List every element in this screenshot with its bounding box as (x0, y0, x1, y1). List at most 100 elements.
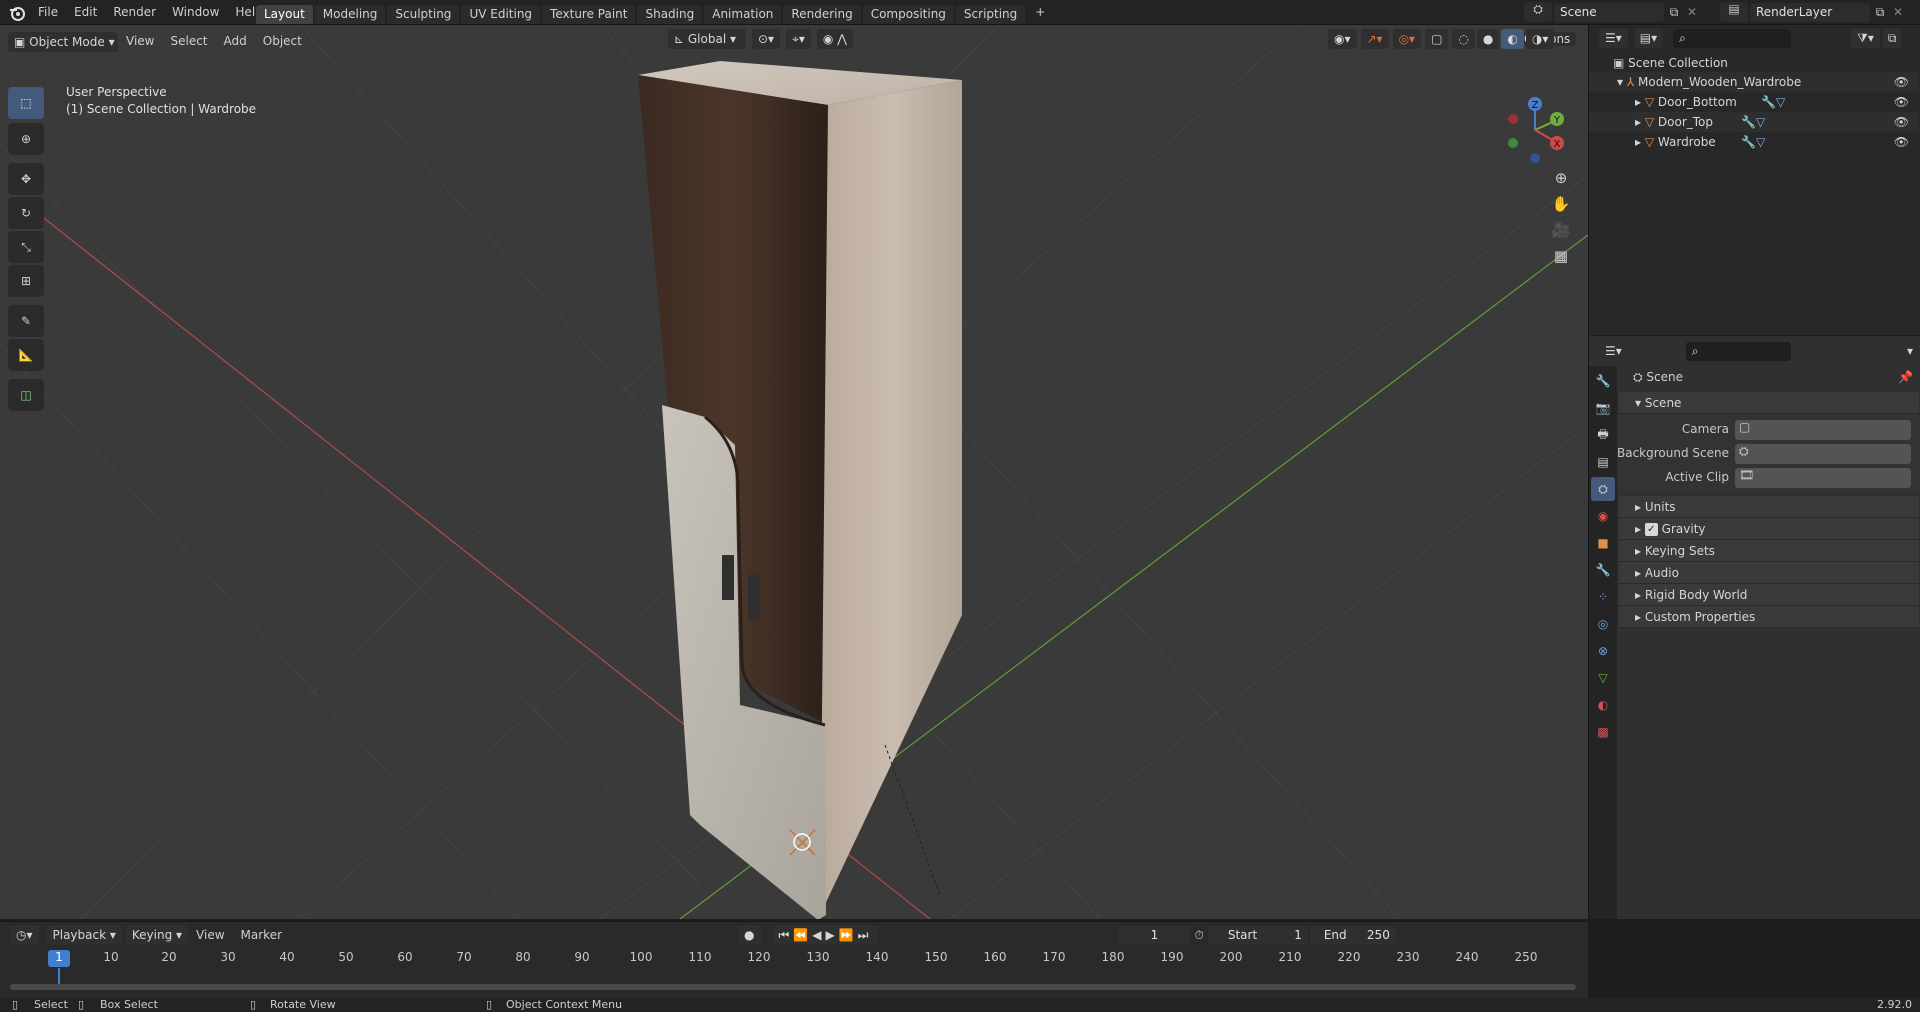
pin-icon[interactable]: 📌 (1898, 366, 1913, 388)
add-cube-tool[interactable]: ◫ (8, 379, 44, 411)
transform-orientation[interactable]: ⊾ Global ▾ ⊙▾ ⌖▾ ◉ ⋀ (668, 29, 853, 49)
options-dropdown-icon[interactable]: ▾ (1900, 341, 1919, 361)
world-tab-icon[interactable]: ◉ (1591, 504, 1615, 528)
delete-scene-icon[interactable]: ✕ (1684, 5, 1700, 19)
frame-ruler[interactable]: 1 10 20 30 40 50 60 70 80 90 100 110 120… (0, 950, 1588, 972)
select-box-tool[interactable]: ⬚ (8, 87, 44, 119)
visibility-eye-icon[interactable]: 👁 (1894, 72, 1909, 92)
camera-field[interactable]: ▢ (1735, 420, 1911, 440)
new-collection-icon[interactable]: ⧉ (1881, 28, 1903, 48)
panel-rigid-body-world[interactable]: ▸ Rigid Body World (1619, 584, 1919, 606)
wardrobe-model[interactable] (638, 61, 962, 919)
visibility-icon[interactable]: ◉▾ (1328, 29, 1357, 49)
new-view-layer-icon[interactable]: ⧉ (1870, 5, 1890, 20)
pan-hand-icon[interactable]: ✋ (1548, 191, 1574, 217)
tab-sculpting[interactable]: Sculpting (387, 4, 460, 24)
physics-tab-icon[interactable]: ◎ (1591, 612, 1615, 636)
view-layer-field[interactable]: RenderLayer (1750, 2, 1870, 22)
object-tab-icon[interactable]: ■ (1591, 531, 1615, 555)
panel-gravity[interactable]: ▸ ✓ Gravity (1619, 518, 1919, 540)
expand-icon[interactable]: ▸ (1635, 135, 1645, 149)
texture-tab-icon[interactable]: ▩ (1591, 720, 1615, 744)
panel-units[interactable]: ▸ Units (1619, 496, 1919, 518)
add-workspace-button[interactable]: + (1027, 0, 1053, 25)
camera-view-icon[interactable]: 🎥 (1548, 217, 1574, 243)
move-tool[interactable]: ✥ (8, 163, 44, 195)
visibility-eye-icon[interactable]: 👁 (1894, 112, 1909, 132)
menu-object[interactable]: Object (255, 29, 310, 54)
display-mode-icon[interactable]: ▤▾ (1633, 28, 1664, 48)
scene-tab-icon[interactable]: ⛭ (1591, 477, 1615, 501)
expand-icon[interactable]: ▸ (1635, 115, 1645, 129)
measure-tool[interactable]: 📐 (8, 339, 44, 371)
new-scene-icon[interactable]: ⧉ (1664, 5, 1684, 20)
menu-window[interactable]: Window (164, 0, 227, 25)
outliner-row-collection[interactable]: ▾ ⅄ Modern_Wooden_Wardrobe 👁 (1589, 72, 1919, 92)
shading-wireframe-icon[interactable]: ◌ (1452, 29, 1475, 49)
properties-search-input[interactable]: ⌕ (1685, 341, 1791, 361)
marker-menu[interactable]: Marker (233, 923, 290, 948)
gizmo-icon[interactable]: ↗▾ (1360, 29, 1389, 49)
start-frame-field[interactable]: Start 1 (1207, 925, 1308, 945)
data-tab-icon[interactable]: ▽ (1591, 666, 1615, 690)
tab-modeling[interactable]: Modeling (314, 4, 386, 24)
modifier-icon[interactable]: 🔧▽ (1761, 92, 1785, 112)
navigation-gizmo[interactable]: Z Y X (1500, 90, 1570, 165)
filter-icon[interactable]: ⧩▾ (1851, 28, 1880, 48)
particles-tab-icon[interactable]: ⁘ (1591, 585, 1615, 609)
modifier-icon[interactable]: 🔧▽ (1741, 132, 1765, 152)
zoom-icon[interactable]: ⊕ (1548, 165, 1574, 191)
ortho-grid-icon[interactable]: ▦ (1548, 243, 1574, 269)
shading-rendered-icon[interactable]: ◑▾ (1525, 29, 1555, 49)
gravity-checkbox[interactable]: ✓ (1644, 523, 1658, 536)
scale-tool[interactable]: ⤡ (8, 231, 44, 263)
rotate-tool[interactable]: ↻ (8, 197, 44, 229)
transform-tool[interactable]: ⊞ (8, 265, 44, 297)
tab-texture-paint[interactable]: Texture Paint (542, 4, 636, 24)
editor-type-icon[interactable]: ◷▾ (10, 925, 39, 945)
modifier-icon[interactable]: 🔧▽ (1741, 112, 1765, 132)
current-frame-field[interactable]: 1 (1118, 925, 1191, 945)
pivot-dropdown[interactable]: ⊙▾ (752, 29, 781, 49)
delete-view-layer-icon[interactable]: ✕ (1890, 5, 1906, 19)
view-layer-selector[interactable]: ▤ RenderLayer ⧉ ✕ (1720, 2, 1906, 22)
playback-menu[interactable]: Playback ▾ (46, 925, 122, 945)
panel-audio[interactable]: ▸ Audio (1619, 562, 1919, 584)
cursor-tool[interactable]: ⊕ (8, 123, 44, 155)
timeline-scrollbar[interactable] (10, 984, 1576, 990)
tab-compositing[interactable]: Compositing (862, 4, 954, 24)
view-layer-tab-icon[interactable]: ▤ (1591, 450, 1615, 474)
tab-uv-editing[interactable]: UV Editing (461, 4, 541, 24)
menu-render[interactable]: Render (105, 0, 164, 25)
outliner-row-wardrobe[interactable]: ▸ ▽ Wardrobe 🔧▽ 👁 (1589, 132, 1919, 152)
tab-shading[interactable]: Shading (637, 4, 703, 24)
outliner-search-input[interactable]: ⌕ (1673, 28, 1792, 48)
xray-icon[interactable]: ▢ (1425, 29, 1449, 49)
modifier-tab-icon[interactable]: 🔧 (1591, 558, 1615, 582)
view-menu[interactable]: View (188, 923, 232, 948)
menu-add[interactable]: Add (216, 29, 255, 54)
shading-solid-icon[interactable]: ● (1476, 29, 1500, 49)
menu-select[interactable]: Select (162, 29, 215, 54)
outliner-row-door-bottom[interactable]: ▸ ▽ Door_Bottom 🔧▽ 👁 (1589, 92, 1919, 112)
visibility-eye-icon[interactable]: 👁 (1894, 132, 1909, 152)
visibility-eye-icon[interactable]: 👁 (1894, 92, 1909, 112)
blender-logo-icon[interactable] (8, 4, 26, 22)
render-tab-icon[interactable]: 📷 (1591, 396, 1615, 420)
annotate-tool[interactable]: ✎ (8, 305, 44, 337)
end-frame-field[interactable]: End 250 (1309, 925, 1396, 945)
tab-scripting[interactable]: Scripting (955, 4, 1026, 24)
panel-scene[interactable]: ▾ Scene (1619, 392, 1919, 414)
panel-keying-sets[interactable]: ▸ Keying Sets (1619, 540, 1919, 562)
shading-material-icon[interactable]: ◐ (1501, 29, 1524, 49)
tab-layout[interactable]: Layout (256, 4, 313, 24)
editor-type-icon[interactable]: ☰▾ (1599, 28, 1628, 48)
active-clip-field[interactable]: 🎞 (1735, 468, 1911, 488)
playback-controls[interactable]: ⏮⏪◀▶⏩⏭ (772, 925, 879, 945)
3d-viewport[interactable]: ▣ Object Mode ▾ View Select Add Object ⊾… (0, 25, 1588, 919)
output-tab-icon[interactable]: 🖶 (1591, 423, 1615, 447)
record-button[interactable]: ● (738, 925, 761, 945)
orientation-dropdown[interactable]: ⊾ Global ▾ (668, 29, 746, 49)
tab-rendering[interactable]: Rendering (783, 4, 861, 24)
panel-custom-properties[interactable]: ▸ Custom Properties (1619, 606, 1919, 628)
